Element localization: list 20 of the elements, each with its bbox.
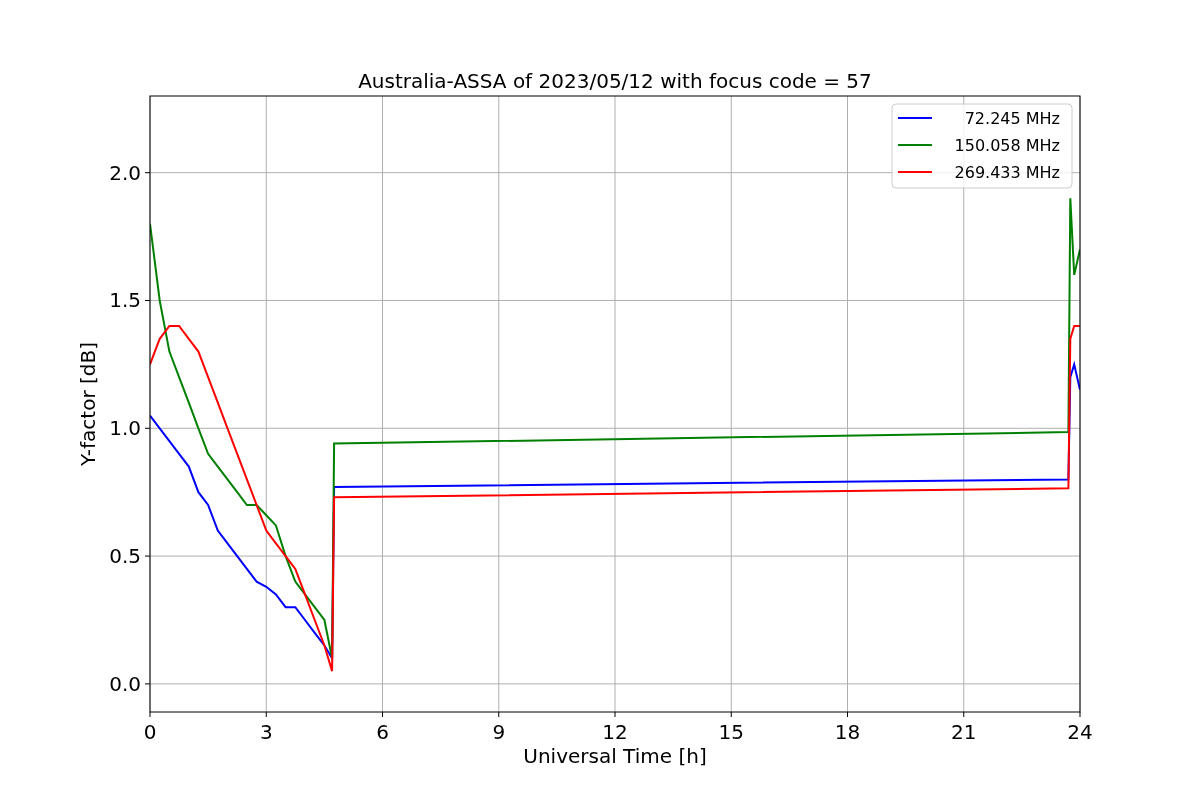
tick-label: 0.5 <box>109 544 141 569</box>
tick-label: 0 <box>143 720 157 744</box>
tick-label: 15 <box>718 720 744 744</box>
tick-label: 21 <box>951 720 977 744</box>
tick-label: 1.0 <box>109 416 141 441</box>
chart-title: Australia-ASSA of 2023/05/12 with focus code = 57 <box>358 69 872 93</box>
tick-label: 1.5 <box>109 288 141 313</box>
tick-label: 12 <box>602 720 628 744</box>
tick-label: 6 <box>376 720 389 744</box>
tick-label: 3 <box>259 720 273 744</box>
y-axis-label: Y-factor [dB] <box>76 342 100 466</box>
tick-label: 24 <box>1067 720 1093 744</box>
tick-label: 0.0 <box>109 671 141 696</box>
legend-label: 269.433 MHz <box>954 163 1060 182</box>
legend-label: 150.058 MHz <box>954 136 1060 155</box>
tick-label: 18 <box>834 720 861 744</box>
legend-label: 72.245 MHz <box>964 109 1060 128</box>
x-axis-label: Universal Time [h] <box>523 744 707 768</box>
tick-label: 9 <box>492 720 506 744</box>
tick-label: 2.0 <box>109 160 141 185</box>
